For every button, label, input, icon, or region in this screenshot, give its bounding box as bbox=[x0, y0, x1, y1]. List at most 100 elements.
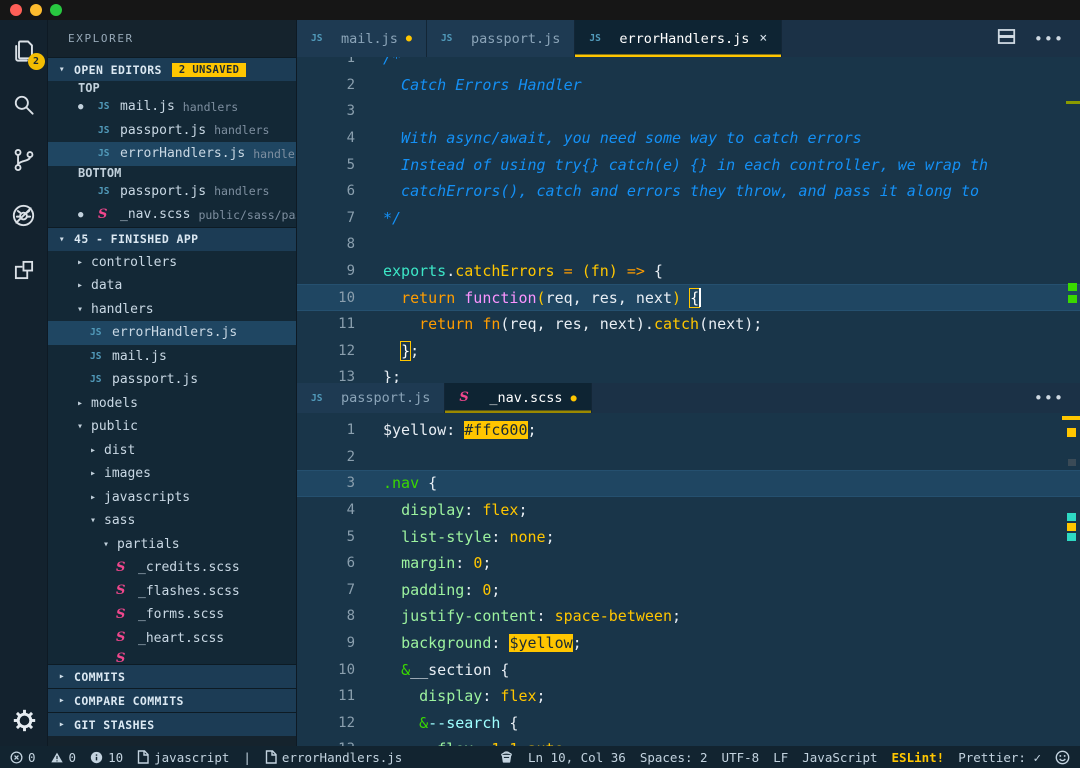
split-editor-button[interactable] bbox=[997, 27, 1016, 50]
open-editor-desc: handler… bbox=[253, 146, 296, 161]
tree-item-models[interactable]: ▸ models bbox=[48, 392, 296, 416]
code-line[interactable]: 2 bbox=[297, 444, 1080, 471]
code-line[interactable]: 1 $yellow: #ffc600; bbox=[297, 417, 1080, 444]
tree-item-public[interactable]: ▾ public bbox=[48, 415, 296, 439]
code-line[interactable]: 4 With async/await, you need some way to… bbox=[297, 125, 1080, 152]
code-line[interactable]: 10 return function(req, res, next) { bbox=[297, 284, 1080, 311]
status-prettier-status[interactable]: Prettier: ✓ bbox=[958, 750, 1041, 765]
tree-item-item[interactable]: S bbox=[48, 650, 296, 664]
section-commits[interactable]: ▸ COMMITS bbox=[48, 664, 296, 688]
section-git-stashes[interactable]: ▸ GIT STASHES bbox=[48, 712, 296, 736]
activity-source-control-button[interactable] bbox=[10, 146, 38, 174]
traffic-light-minimize[interactable] bbox=[30, 4, 42, 16]
code-line[interactable]: 12 &--search { bbox=[297, 710, 1080, 737]
tab-mail-js[interactable]: JS mail.js ● bbox=[297, 20, 427, 57]
code-line[interactable]: 2 Catch Errors Handler bbox=[297, 72, 1080, 99]
status-linter-language[interactable]: javascript bbox=[137, 750, 229, 765]
code-line[interactable]: 5 Instead of using try{} catch(e) {} in … bbox=[297, 151, 1080, 178]
tree-item-passport-js[interactable]: JS passport.js bbox=[48, 368, 296, 392]
code-line[interactable]: 7 padding: 0; bbox=[297, 577, 1080, 604]
code-line[interactable]: 8 bbox=[297, 231, 1080, 258]
more-actions-button[interactable]: ••• bbox=[1034, 30, 1064, 48]
tree-item-handlers[interactable]: ▾ handlers bbox=[48, 298, 296, 322]
activity-debug-off-button[interactable] bbox=[10, 201, 38, 229]
code-line[interactable]: 13}; bbox=[297, 364, 1080, 383]
tree-item-controllers[interactable]: ▸ controllers bbox=[48, 251, 296, 275]
line-number: 5 bbox=[346, 528, 355, 545]
status-encoding[interactable]: UTF-8 bbox=[722, 750, 760, 765]
tab-nav-scss[interactable]: S _nav.scss ● bbox=[445, 383, 592, 413]
open-editor-errorhandlers-js[interactable]: JS errorHandlers.js handler… bbox=[48, 142, 296, 166]
project-header[interactable]: ▾ 45 - FINISHED APP bbox=[48, 226, 296, 251]
status-eslint-status[interactable]: ESLint! bbox=[892, 750, 945, 765]
tab-passport-js[interactable]: JS passport.js bbox=[426, 20, 576, 57]
code-line[interactable]: 8 justify-content: space-between; bbox=[297, 603, 1080, 630]
status-left: 0 0 10 javascript | errorHandlers.js bbox=[10, 750, 402, 765]
code-line[interactable]: 1/* bbox=[297, 57, 1080, 72]
editor-pane-top[interactable]: 1/* 2 Catch Errors Handler 3 4 With async/a… bbox=[297, 57, 1080, 383]
open-editors-header[interactable]: ▾ OPEN EDITORS 2 UNSAVED bbox=[48, 57, 296, 81]
code-line[interactable]: 4 display: flex; bbox=[297, 497, 1080, 524]
editor-pane-bottom[interactable]: 1 $yellow: #ffc600; 2 3 .nav {4 display: fle… bbox=[297, 413, 1080, 746]
tree-item-dist[interactable]: ▸ dist bbox=[48, 439, 296, 463]
tree-item-forms-scss[interactable]: S _forms.scss bbox=[48, 603, 296, 627]
status-problems-info[interactable]: 10 bbox=[90, 750, 123, 765]
line-number: 9 bbox=[346, 635, 355, 652]
status-feedback-smiley[interactable] bbox=[1055, 750, 1070, 765]
status-problems-errors[interactable]: 0 bbox=[10, 750, 36, 765]
code-line[interactable]: 9 background: $yellow; bbox=[297, 630, 1080, 657]
traffic-light-zoom[interactable] bbox=[50, 4, 62, 16]
status-problems-warnings[interactable]: 0 bbox=[50, 750, 76, 765]
open-editor-passport-js[interactable]: JS passport.js handlers bbox=[48, 119, 296, 143]
open-editor-nav-scss[interactable]: ● S _nav.scss public/sass/pa… bbox=[48, 203, 296, 227]
tree-item-errorhandlers-js[interactable]: JS errorHandlers.js bbox=[48, 321, 296, 345]
line-number: 12 bbox=[338, 342, 355, 359]
status-language-mode[interactable]: JavaScript bbox=[802, 750, 877, 765]
tab-passport-js[interactable]: JS passport.js bbox=[297, 383, 446, 413]
close-icon[interactable]: × bbox=[759, 31, 767, 46]
code-line[interactable]: 3 .nav { bbox=[297, 470, 1080, 497]
line-number: 7 bbox=[346, 209, 355, 226]
tree-item-mail-js[interactable]: JS mail.js bbox=[48, 345, 296, 369]
tab-errorhandlers-js[interactable]: JS errorHandlers.js × bbox=[575, 20, 783, 57]
status-eol[interactable]: LF bbox=[773, 750, 788, 765]
status-bucket[interactable] bbox=[499, 750, 514, 764]
tree-item-partials[interactable]: ▾ partials bbox=[48, 533, 296, 557]
code-line[interactable]: 10 &__section { bbox=[297, 656, 1080, 683]
code-line[interactable]: 9 exports.catchErrors = (fn) => { bbox=[297, 258, 1080, 285]
overview-ruler-mark bbox=[1068, 283, 1077, 291]
activity-search-button[interactable] bbox=[10, 91, 38, 119]
tree-item-heart-scss[interactable]: S _heart.scss bbox=[48, 627, 296, 651]
tree-item-data[interactable]: ▸ data bbox=[48, 274, 296, 298]
section-compare-commits[interactable]: ▸ COMPARE COMMITS bbox=[48, 688, 296, 712]
status-cursor-position[interactable]: Ln 10, Col 36 bbox=[528, 750, 626, 765]
traffic-light-close[interactable] bbox=[10, 4, 22, 16]
code-line[interactable]: 3 bbox=[297, 98, 1080, 125]
code-line[interactable]: 12 }; bbox=[297, 338, 1080, 365]
code-line[interactable]: 7 */ bbox=[297, 205, 1080, 232]
open-editor-passport-js[interactable]: JS passport.js handlers bbox=[48, 180, 296, 204]
code-line[interactable]: 6 margin: 0; bbox=[297, 550, 1080, 577]
activity-extensions-button[interactable] bbox=[10, 256, 38, 284]
tree-item-label: dist bbox=[104, 442, 136, 458]
open-editor-mail-js[interactable]: ● JS mail.js handlers bbox=[48, 95, 296, 119]
chevron-right-icon: ▸ bbox=[90, 491, 97, 503]
activity-gear-button[interactable] bbox=[0, 707, 48, 734]
status-linter-file[interactable]: errorHandlers.js bbox=[265, 750, 402, 765]
tree-item-credits-scss[interactable]: S _credits.scss bbox=[48, 556, 296, 580]
status-indentation[interactable]: Spaces: 2 bbox=[640, 750, 708, 765]
tree-item-sass[interactable]: ▾ sass bbox=[48, 509, 296, 533]
code-line[interactable]: 11 return fn(req, res, next).catch(next)… bbox=[297, 311, 1080, 338]
tree-item-images[interactable]: ▸ images bbox=[48, 462, 296, 486]
code-line[interactable]: 13 flex: 1 1 auto; bbox=[297, 736, 1080, 746]
code-line[interactable]: 11 display: flex; bbox=[297, 683, 1080, 710]
tree-item-javascripts[interactable]: ▸ javascripts bbox=[48, 486, 296, 510]
chevron-down-icon: ▾ bbox=[58, 64, 66, 75]
code-line[interactable]: 6 catchErrors(), catch and errors they t… bbox=[297, 178, 1080, 205]
tree-item-flashes-scss[interactable]: S _flashes.scss bbox=[48, 580, 296, 604]
activity-files-button[interactable]: 2 bbox=[10, 36, 45, 70]
more-actions-button[interactable]: ••• bbox=[1034, 389, 1064, 407]
section-label: COMMITS bbox=[74, 669, 126, 684]
open-editor-desc: handlers bbox=[182, 99, 239, 114]
code-line[interactable]: 5 list-style: none; bbox=[297, 523, 1080, 550]
